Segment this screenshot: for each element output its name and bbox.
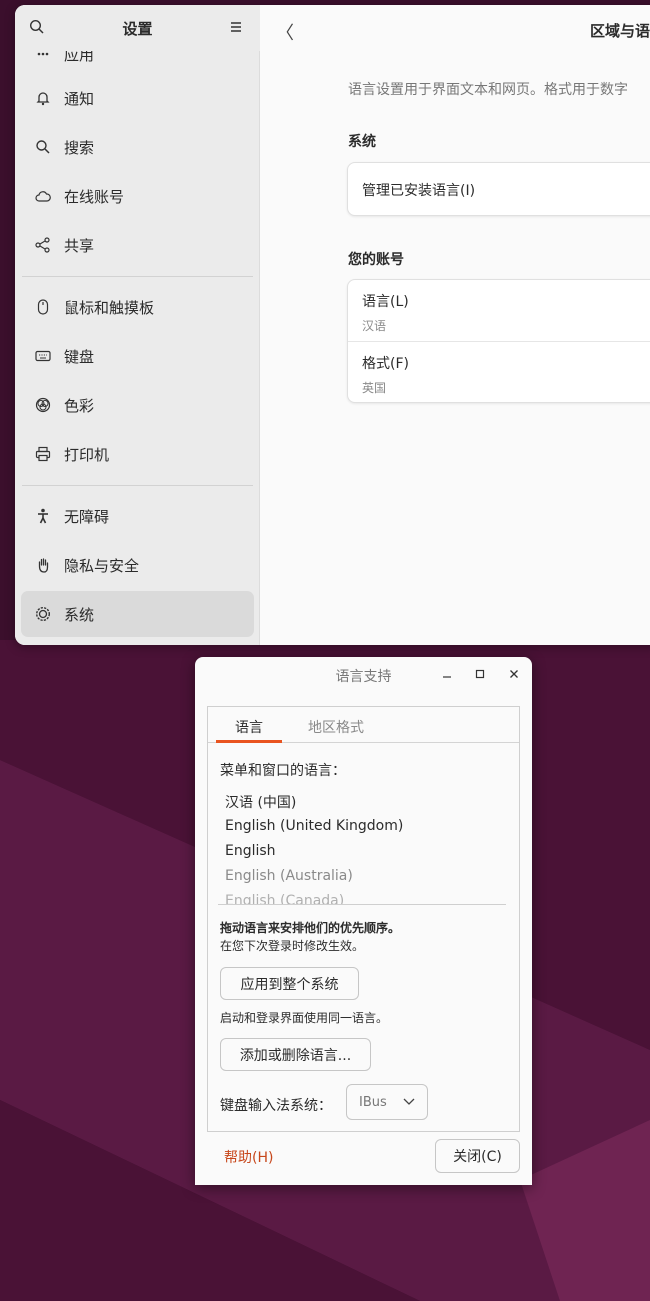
format-row[interactable]: 格式(F) 英国 (348, 342, 650, 404)
settings-window: 应用 通知 搜索 在线账号 共享 鼠标和触摸板 键盘 色彩 打印机 无障碍 隐私… (15, 5, 650, 645)
sidebar-item-label: 在线账号 (64, 187, 125, 206)
list-item[interactable]: English (Australia) (225, 868, 353, 884)
back-icon[interactable]: 〈 (276, 19, 294, 45)
page-description: 语言设置用于界面文本和网页。格式用于数字 (348, 82, 628, 98)
settings-sidebar: 应用 通知 搜索 在线账号 共享 鼠标和触摸板 键盘 色彩 打印机 无障碍 隐私… (15, 5, 260, 645)
sidebar-title: 设置 (122, 20, 153, 38)
account-card: 语言(L) 汉语 格式(F) 英国 (347, 279, 650, 403)
input-method-select[interactable]: IBus (346, 1084, 428, 1120)
chevron-down-icon (403, 1096, 415, 1111)
share-icon (35, 237, 51, 253)
tab-regional-formats[interactable]: 地区格式 (308, 717, 364, 737)
close-icon[interactable] (505, 665, 523, 683)
mouse-icon (35, 299, 51, 315)
close-button[interactable]: 关闭(C) (435, 1139, 520, 1173)
sidebar-item-privacy[interactable]: 隐私与安全 (21, 542, 254, 588)
sidebar-item-label: 打印机 (64, 445, 110, 464)
color-icon (35, 397, 51, 413)
next-login-hint: 在您下次登录时修改生效。 (220, 939, 365, 953)
input-method-value: IBus (359, 1094, 387, 1110)
settings-main: 〈 区域与语 语言设置用于界面文本和网页。格式用于数字 系统 管理已安装语言(I… (260, 5, 650, 645)
apply-system-wide-button[interactable]: 应用到整个系统 (220, 967, 359, 1000)
cloud-icon (35, 188, 51, 204)
help-button[interactable]: 帮助(H) (224, 1147, 273, 1167)
list-item[interactable]: English (United Kingdom) (225, 818, 403, 834)
sidebar-item-notifications[interactable]: 通知 (21, 75, 254, 121)
manage-languages-card[interactable]: 管理已安装语言(I) (347, 162, 650, 216)
list-item[interactable]: 汉语 (中国) (225, 792, 296, 812)
bell-icon (35, 90, 51, 106)
format-value: 英国 (362, 381, 387, 395)
tab-language[interactable]: 语言 (235, 717, 263, 737)
sidebar-header: 设置 (15, 5, 260, 51)
sidebar-item-label: 通知 (64, 89, 95, 108)
active-tab-indicator (216, 740, 282, 743)
sidebar-item-search[interactable]: 搜索 (21, 124, 254, 170)
language-value: 汉语 (362, 319, 387, 333)
sidebar-item-label: 共享 (64, 236, 95, 255)
list-divider (218, 904, 506, 905)
tab-panel: 语言 地区格式 菜单和窗口的语言： 汉语 (中国) English (Unite… (207, 706, 520, 1132)
list-item[interactable]: English (225, 843, 276, 859)
login-screen-hint: 启动和登录界面使用同一语言。 (220, 1011, 389, 1025)
sidebar-item-label: 无障碍 (64, 507, 110, 526)
menu-language-label: 菜单和窗口的语言： (220, 763, 346, 779)
sidebar-item-mouse-touchpad[interactable]: 鼠标和触摸板 (21, 284, 254, 330)
printer-icon (35, 446, 51, 462)
drag-hint: 拖动语言来安排他们的优先顺序。 (220, 921, 401, 935)
maximize-icon[interactable] (471, 665, 489, 683)
keyboard-icon (35, 348, 51, 364)
minimize-icon[interactable] (438, 665, 456, 683)
account-section-heading: 您的账号 (348, 252, 404, 268)
sidebar-separator (22, 485, 253, 486)
sidebar-item-color[interactable]: 色彩 (21, 382, 254, 428)
sidebar-item-label: 键盘 (64, 347, 95, 366)
sidebar-item-label: 色彩 (64, 396, 95, 415)
add-remove-languages-button[interactable]: 添加或删除语言... (220, 1038, 371, 1071)
page-title: 区域与语 (590, 22, 650, 40)
language-list[interactable]: 汉语 (中国) English (United Kingdom) English… (208, 787, 519, 905)
sidebar-item-label: 搜索 (64, 138, 95, 157)
manage-languages-row[interactable]: 管理已安装语言(I) (348, 163, 650, 217)
menu-icon[interactable] (229, 19, 247, 37)
sidebar-separator (22, 276, 253, 277)
sidebar-item-sharing[interactable]: 共享 (21, 222, 254, 268)
sidebar-list[interactable]: 应用 通知 搜索 在线账号 共享 鼠标和触摸板 键盘 色彩 打印机 无障碍 隐私… (15, 5, 260, 645)
system-icon (35, 606, 51, 622)
sidebar-item-label: 鼠标和触摸板 (64, 298, 155, 317)
sidebar-item-accessibility[interactable]: 无障碍 (21, 493, 254, 539)
manage-languages-label: 管理已安装语言(I) (362, 183, 476, 199)
hand-icon (35, 557, 51, 573)
sidebar-item-printers[interactable]: 打印机 (21, 431, 254, 477)
sidebar-item-keyboard[interactable]: 键盘 (21, 333, 254, 379)
input-method-label: 键盘输入法系统： (220, 1098, 332, 1114)
accessibility-icon (35, 508, 51, 524)
search-icon (35, 139, 51, 155)
sidebar-item-label: 系统 (64, 605, 95, 624)
sidebar-item-online-accounts[interactable]: 在线账号 (21, 173, 254, 219)
system-section-heading: 系统 (348, 134, 376, 150)
format-label: 格式(F) (362, 356, 409, 372)
language-support-dialog: 语言支持 语言 地区格式 菜单和窗口的语言： 汉语 (中国) English (… (195, 657, 532, 1185)
sidebar-item-label: 隐私与安全 (64, 556, 140, 575)
language-label: 语言(L) (362, 294, 409, 310)
sidebar-item-system[interactable]: 系统 (21, 591, 254, 637)
language-row[interactable]: 语言(L) 汉语 (348, 280, 650, 342)
